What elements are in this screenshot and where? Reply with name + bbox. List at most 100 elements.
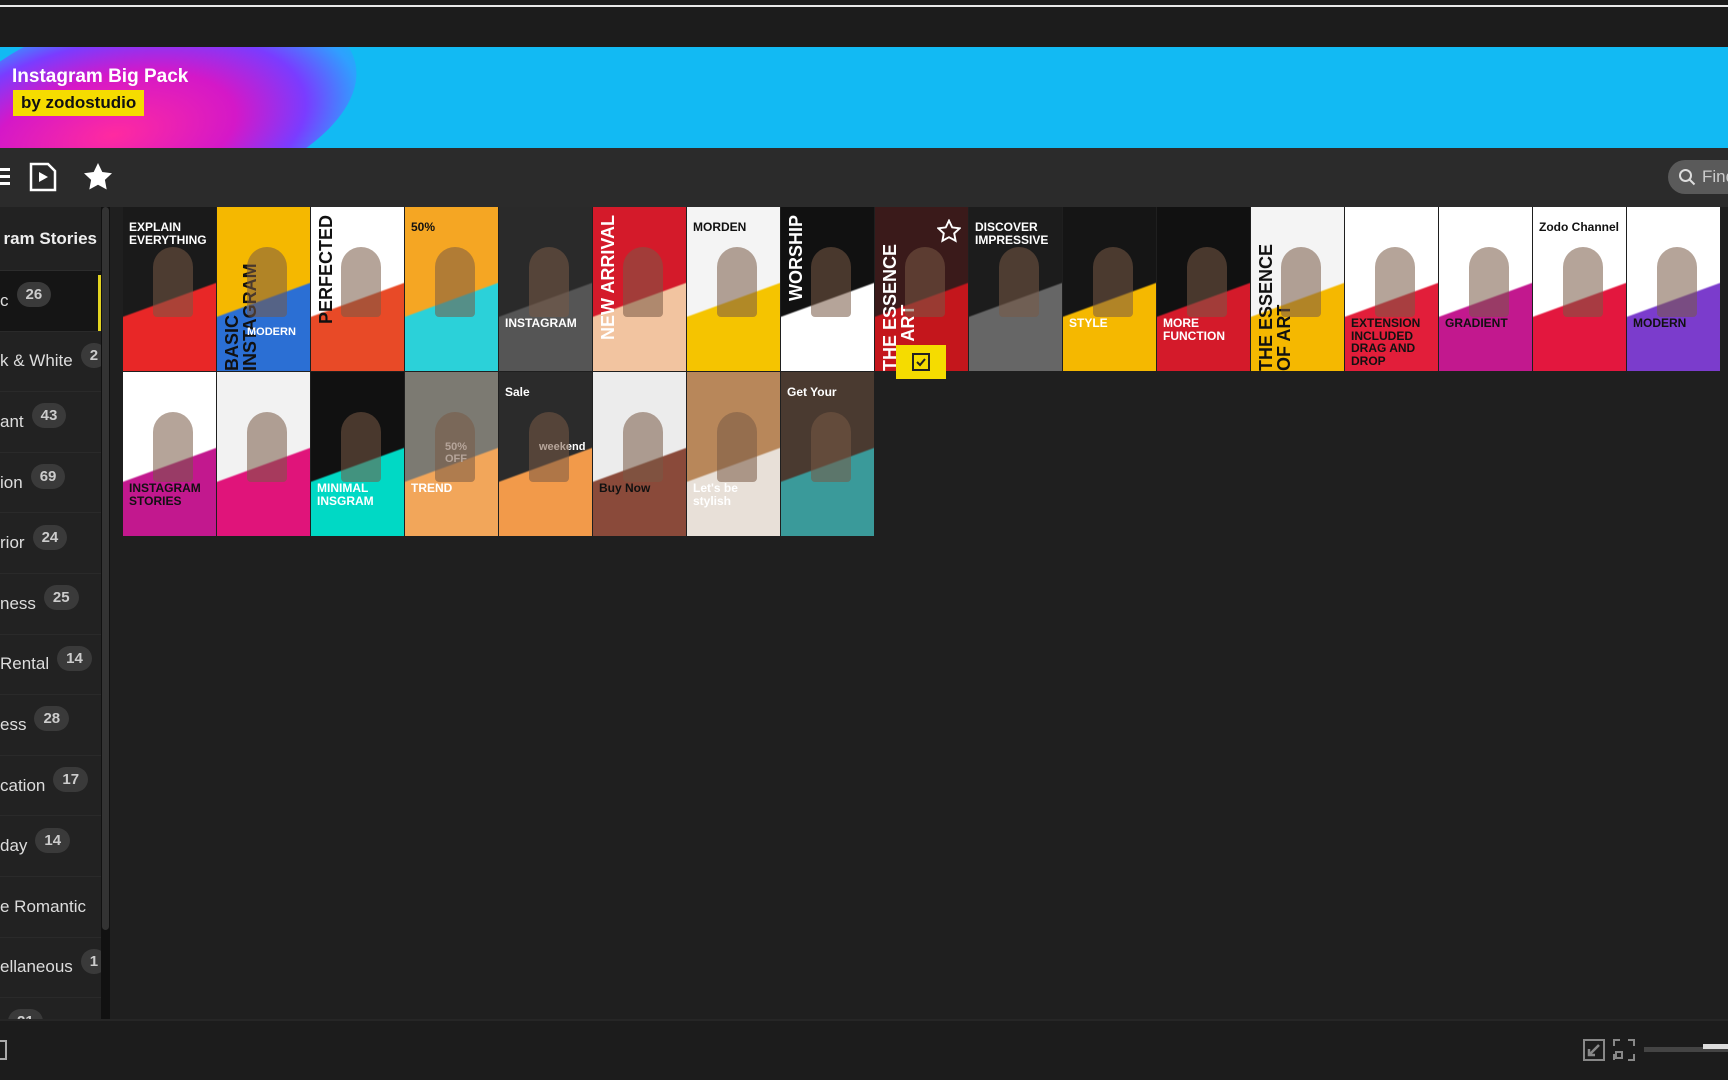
scrollbar-thumb[interactable] — [102, 207, 109, 930]
template-photo — [153, 247, 193, 317]
sidebar-item[interactable]: ion 69 — [0, 453, 101, 514]
star-outline-icon[interactable] — [937, 219, 961, 243]
template-thumbnail[interactable]: STYLE — [1063, 207, 1157, 372]
template-thumbnail[interactable]: MORE FUNCTION — [1157, 207, 1251, 372]
sidebar-item[interactable]: e Romantic — [0, 877, 101, 938]
template-thumbnail[interactable] — [217, 372, 311, 537]
search-placeholder: Find — [1702, 167, 1728, 186]
sidebar-item[interactable]: cation 17 — [0, 756, 101, 817]
star-icon[interactable] — [83, 162, 113, 192]
sidebar-item-label: rior — [0, 533, 25, 553]
template-photo — [247, 247, 287, 317]
template-photo — [153, 412, 193, 482]
template-title: EXTENSION INCLUDED DRAG AND DROP — [1351, 316, 1421, 368]
template-thumbnail[interactable]: EXTENSION INCLUDED DRAG AND DROP — [1345, 207, 1439, 372]
template-title: Buy Now — [599, 481, 651, 495]
sidebar-scrollbar[interactable] — [101, 207, 110, 1019]
template-photo — [1093, 247, 1133, 317]
template-thumbnail[interactable]: MINIMAL INSGRAM — [311, 372, 405, 537]
sidebar-item[interactable]: k & White 2 — [0, 332, 101, 393]
template-thumbnail[interactable]: WORSHIP — [781, 207, 875, 372]
zoom-slider-handle[interactable] — [1702, 1044, 1728, 1049]
template-title: TREND — [411, 481, 453, 495]
template-photo — [999, 247, 1039, 317]
bottom-bar — [0, 1019, 1728, 1080]
template-photo — [247, 412, 287, 482]
template-title: NEW ARRIVAL — [598, 215, 618, 340]
file-icon[interactable] — [0, 1039, 10, 1063]
pack-author[interactable]: by zodostudio — [13, 90, 145, 116]
sidebar-item-label: ant — [0, 411, 24, 431]
select-template-button[interactable] — [896, 345, 946, 379]
expand-icon[interactable] — [1583, 1039, 1605, 1061]
template-thumbnail[interactable]: Zodo Channel — [1533, 207, 1627, 372]
sidebar-item-label: day — [0, 836, 28, 856]
template-thumbnail[interactable]: GRADIENT — [1439, 207, 1533, 372]
template-thumbnail[interactable]: Get Your — [781, 372, 875, 537]
template-title: PERFECTED — [316, 215, 336, 325]
template-photo — [435, 247, 475, 317]
count-badge: 69 — [30, 464, 66, 490]
template-photo — [341, 412, 381, 482]
play-file-icon[interactable] — [28, 162, 58, 192]
divider — [0, 5, 1728, 7]
template-thumbnail[interactable]: NEW ARRIVAL — [593, 207, 687, 372]
template-thumbnail[interactable]: Buy Now — [593, 372, 687, 537]
template-photo — [1281, 247, 1321, 317]
sidebar-item[interactable]: day 14 — [0, 816, 101, 877]
search-input[interactable]: Find — [1668, 160, 1728, 194]
template-title: INSTAGRAM — [505, 316, 577, 330]
template-photo — [529, 247, 569, 317]
window-top-bar — [0, 0, 1728, 47]
template-title: MODERN — [1633, 316, 1687, 330]
category-sidebar: ram Stories c 26 k & White 2 ant 43 ion 69 rior 2… — [0, 207, 101, 1019]
sidebar-item-label: ess — [0, 714, 27, 734]
template-thumbnail[interactable]: Let's be stylish — [687, 372, 781, 537]
template-photo — [529, 412, 569, 482]
template-title: Let's be stylish — [693, 481, 738, 508]
list-icon[interactable] — [0, 162, 16, 192]
sidebar-header: ram Stories — [0, 207, 101, 271]
template-photo — [811, 247, 851, 317]
sidebar-item-label: cation — [0, 775, 46, 795]
template-thumbnail[interactable]: PERFECTED — [311, 207, 405, 372]
zoom-slider[interactable] — [1644, 1044, 1728, 1052]
count-badge: 28 — [34, 706, 70, 732]
sidebar-item[interactable]: ess 28 — [0, 695, 101, 756]
template-title: MORE FUNCTION — [1163, 316, 1225, 343]
template-photo — [1657, 247, 1697, 317]
count-badge: 2 — [80, 342, 101, 368]
template-title: WORSHIP — [786, 215, 806, 302]
template-subtitle: MODERN — [247, 326, 296, 338]
sidebar-item[interactable]: ness 25 — [0, 574, 101, 635]
count-badge: 14 — [57, 645, 92, 671]
sidebar-item[interactable]: Rental 14 — [0, 635, 101, 696]
template-thumbnail[interactable]: 50% — [405, 207, 499, 372]
template-thumbnail[interactable]: INSTAGRAM STORIES — [123, 372, 217, 537]
template-thumbnail[interactable]: BASIC INSTAGRAM MODERN — [217, 207, 311, 372]
sidebar-item-label: k & White — [0, 351, 73, 371]
template-thumbnail[interactable]: INSTAGRAM — [499, 207, 593, 372]
count-badge: 17 — [53, 767, 89, 793]
count-badge: 24 — [32, 524, 68, 550]
sidebar-item-label: ness — [0, 593, 36, 613]
template-thumbnail[interactable]: THE ESSENCE OF ART — [1251, 207, 1345, 372]
template-thumbnail[interactable]: TREND50% OFF — [405, 372, 499, 537]
sidebar-item[interactable]: ant 43 — [0, 392, 101, 453]
sidebar-item[interactable]: rior 24 — [0, 513, 101, 574]
sidebar-item[interactable]: ellaneous 1 — [0, 938, 101, 999]
template-thumbnail[interactable]: Saleweekend — [499, 372, 593, 537]
template-thumbnail[interactable]: MORDEN — [687, 207, 781, 372]
count-badge: 14 — [35, 827, 71, 853]
checkbox-icon — [912, 353, 930, 371]
sidebar-item[interactable]: 21 — [0, 998, 101, 1019]
template-photo — [1375, 247, 1415, 317]
template-thumbnail[interactable]: EXPLAIN EVERYTHING — [123, 207, 217, 372]
template-thumbnail[interactable]: DISCOVER IMPRESSIVE — [969, 207, 1063, 372]
sidebar-item-label: c — [0, 290, 9, 310]
sidebar-item[interactable]: c 26 — [0, 271, 101, 332]
search-icon — [1679, 169, 1696, 186]
template-thumbnail[interactable]: MODERNSTYLE — [1627, 207, 1721, 372]
count-badge: 1 — [80, 948, 101, 974]
fullscreen-icon[interactable] — [1613, 1039, 1635, 1061]
